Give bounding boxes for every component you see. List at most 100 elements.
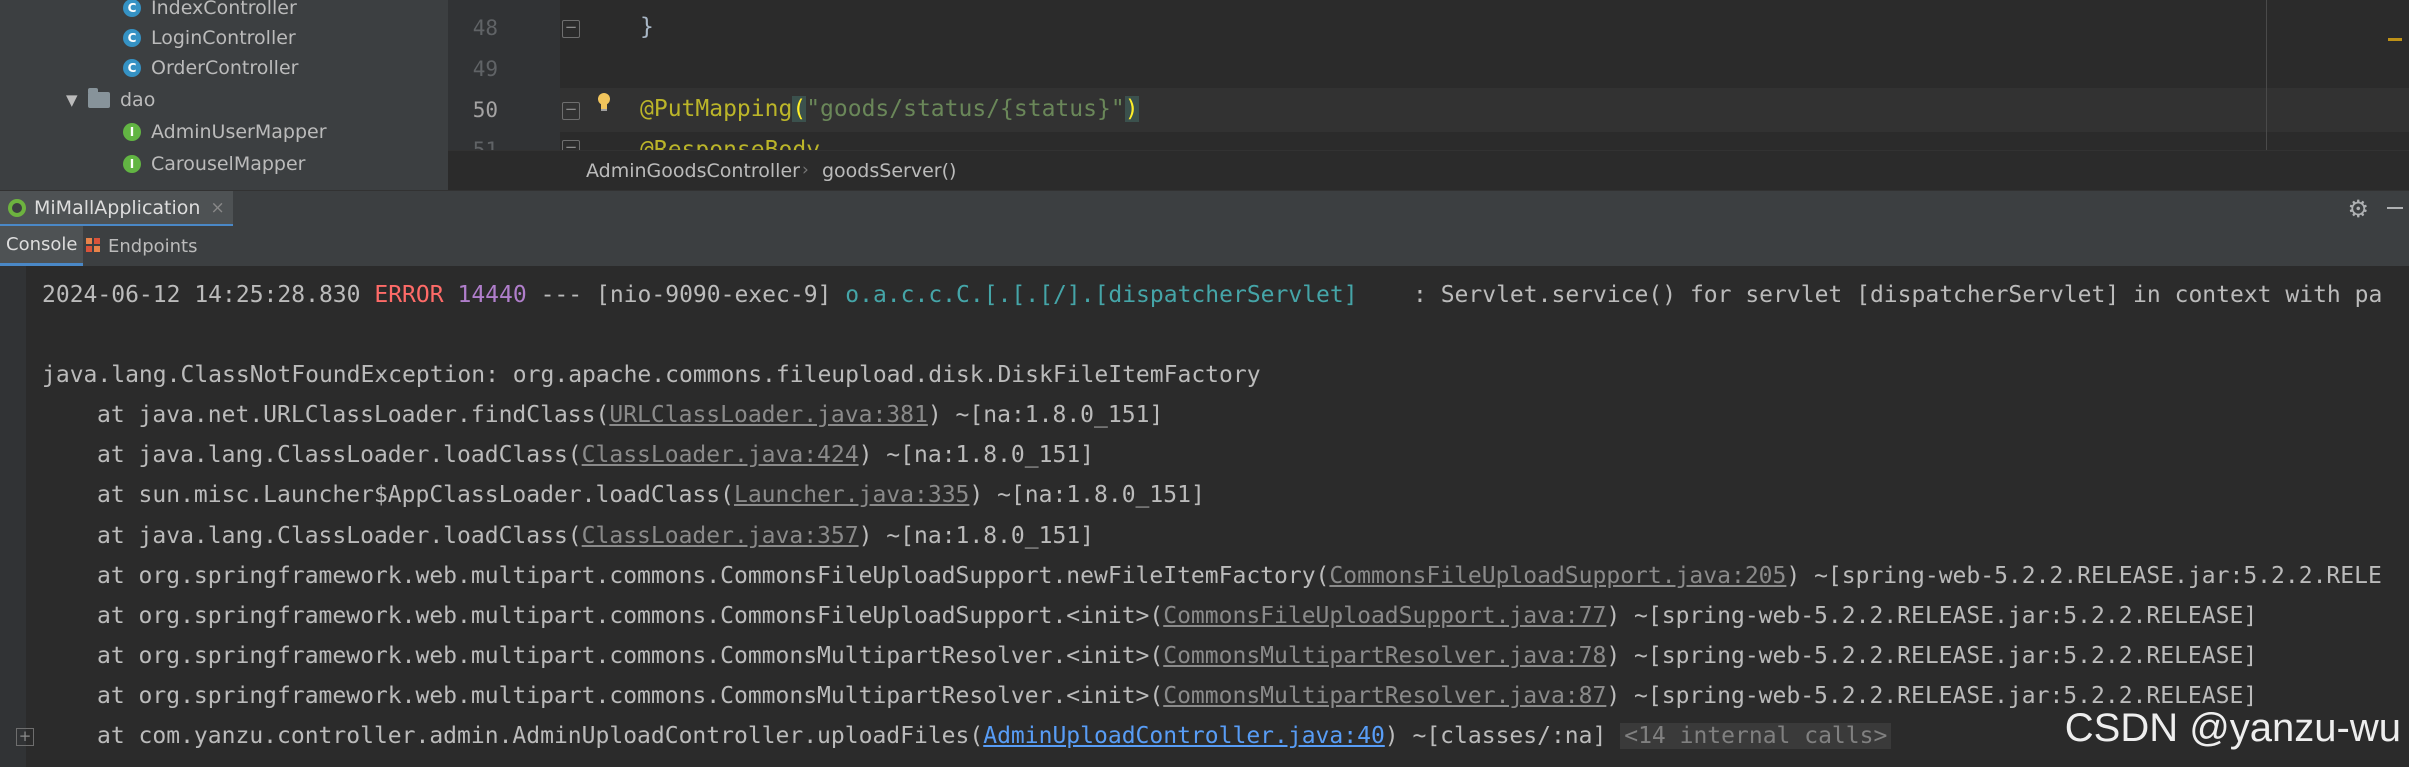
tree-item-label: CarouselMapper	[151, 153, 306, 175]
log-level: ERROR	[374, 282, 444, 308]
frame-method: at org.springframework.web.multipart.com…	[97, 643, 1164, 669]
tree-item-label: dao	[120, 89, 156, 111]
tab-console[interactable]: Console	[0, 226, 84, 266]
lightbulb-icon[interactable]	[596, 92, 612, 112]
tab-label: Console	[6, 234, 78, 255]
frame-method: at java.net.URLClassLoader.findClass(	[97, 402, 610, 428]
breadcrumb: AdminGoodsController › goodsServer()	[448, 150, 2409, 190]
tree-item-label: LoginController	[151, 27, 296, 49]
log-line: 2024-06-12 14:25:28.830 ERROR 14440 --- …	[42, 282, 2382, 308]
right-margin-guide	[2266, 0, 2267, 150]
frame-method: at java.lang.ClassLoader.loadClass(	[97, 523, 582, 549]
breadcrumb-separator: ›	[802, 160, 809, 180]
fold-marker-icon[interactable]: −	[562, 20, 580, 38]
tree-item-ordercontroller[interactable]: C OrderController	[123, 53, 298, 83]
frame-method: at org.springframework.web.multipart.com…	[97, 563, 1330, 589]
breadcrumb-item[interactable]: goodsServer()	[822, 160, 956, 182]
frame-method: at com.yanzu.controller.admin.AdminUploa…	[97, 723, 984, 749]
gear-icon[interactable]: ⚙	[2347, 195, 2369, 223]
folder-icon	[88, 88, 110, 108]
stack-frame: at sun.misc.Launcher$AppClassLoader.load…	[97, 482, 1205, 508]
line-number: 48	[472, 16, 498, 40]
frame-suffix: ) ~[na:1.8.0_151]	[969, 482, 1205, 508]
log-separator: ---	[540, 282, 583, 308]
stack-frame: at org.springframework.web.multipart.com…	[97, 603, 2257, 629]
string-token: "goods/status/{status}"	[806, 96, 1125, 122]
tree-item-adminusermapper[interactable]: I AdminUserMapper	[123, 117, 327, 147]
source-link[interactable]: Launcher.java:335	[734, 482, 969, 508]
line-number: 50	[472, 98, 498, 122]
run-tab-mimallapplication[interactable]: MiMallApplication ×	[0, 191, 233, 227]
frame-suffix: ) ~[classes/:na]	[1384, 723, 1607, 749]
log-pid: 14440	[457, 282, 527, 308]
paren-token: (	[792, 96, 807, 122]
source-link[interactable]: AdminUploadController.java:40	[983, 723, 1385, 749]
tree-item-label: OrderController	[151, 57, 299, 79]
fold-marker-icon[interactable]: −	[562, 102, 580, 120]
class-icon: C	[123, 0, 141, 17]
log-logger: o.a.c.c.C.[.[.[/].[dispatcherServlet]	[845, 282, 1358, 308]
source-link[interactable]: ClassLoader.java:424	[582, 442, 859, 468]
frame-method: at sun.misc.Launcher$AppClassLoader.load…	[97, 482, 734, 508]
tree-item-indexcontroller[interactable]: C IndexController	[123, 0, 297, 23]
internal-calls-fold[interactable]: <14 internal calls>	[1620, 723, 1892, 749]
source-link[interactable]: CommonsFileUploadSupport.java:77	[1163, 603, 1606, 629]
console-output[interactable]: 2024-06-12 14:25:28.830 ERROR 14440 --- …	[0, 266, 2409, 767]
code-editor[interactable]: 48 49 50 51 − − − } @PutMapping("goods/s…	[448, 0, 2409, 190]
tree-item-dao[interactable]: ▼ dao	[66, 85, 155, 115]
error-stripe-mark[interactable]	[2388, 38, 2402, 41]
code-line-50: @PutMapping("goods/status/{status}")	[640, 96, 1139, 122]
tree-item-carouselmapper[interactable]: I CarouselMapper	[123, 149, 306, 179]
frame-method: at org.springframework.web.multipart.com…	[97, 603, 1164, 629]
tree-item-label: IndexController	[151, 0, 297, 19]
minimize-icon[interactable]	[2387, 207, 2403, 209]
breadcrumb-item[interactable]: AdminGoodsController	[586, 160, 800, 182]
frame-suffix: ) ~[na:1.8.0_151]	[858, 523, 1095, 549]
source-link[interactable]: ClassLoader.java:357	[582, 523, 859, 549]
log-timestamp: 2024-06-12 14:25:28.830	[42, 282, 361, 308]
source-link[interactable]: URLClassLoader.java:381	[609, 402, 928, 428]
code-line-48: }	[640, 14, 654, 40]
console-gutter	[0, 266, 26, 767]
endpoints-icon	[86, 238, 102, 254]
tree-item-logincontroller[interactable]: C LoginController	[123, 23, 296, 53]
watermark: CSDN @yanzu-wu	[2064, 706, 2401, 750]
close-icon[interactable]: ×	[210, 198, 224, 218]
run-subtabs: Console Endpoints	[0, 226, 2409, 267]
run-tab-label: MiMallApplication	[34, 196, 201, 219]
spring-boot-icon	[8, 198, 26, 217]
annotation-token: @PutMapping	[640, 96, 793, 122]
expand-icon[interactable]: +	[16, 728, 34, 746]
tree-item-label: AdminUserMapper	[151, 121, 327, 143]
stack-frame: at org.springframework.web.multipart.com…	[97, 563, 2382, 589]
source-link[interactable]: CommonsFileUploadSupport.java:205	[1329, 563, 1786, 589]
stack-frame: at org.springframework.web.multipart.com…	[97, 683, 2257, 709]
frame-method: at org.springframework.web.multipart.com…	[97, 683, 1164, 709]
source-link[interactable]: CommonsMultipartResolver.java:78	[1163, 643, 1606, 669]
paren-token: )	[1124, 96, 1139, 122]
class-icon: C	[123, 59, 141, 77]
stack-frame: at org.springframework.web.multipart.com…	[97, 643, 2257, 669]
line-number: 49	[472, 57, 498, 81]
frame-suffix: ) ~[na:1.8.0_151]	[858, 442, 1095, 468]
stack-frame: at java.net.URLClassLoader.findClass(URL…	[97, 402, 1163, 428]
tab-endpoints[interactable]: Endpoints	[80, 226, 204, 266]
chevron-down-icon[interactable]: ▼	[66, 91, 88, 109]
log-thread: [nio-9090-exec-9]	[595, 282, 832, 308]
stack-frame: at com.yanzu.controller.admin.AdminUploa…	[97, 723, 1892, 749]
class-icon: C	[123, 29, 141, 47]
log-message: : Servlet.service() for servlet [dispatc…	[1413, 282, 2383, 308]
stack-frame: at java.lang.ClassLoader.loadClass(Class…	[97, 523, 1094, 549]
frame-method: at java.lang.ClassLoader.loadClass(	[97, 442, 582, 468]
run-toolbar: MiMallApplication × ⚙	[0, 190, 2409, 227]
frame-suffix: ) ~[spring-web-5.2.2.RELEASE.jar:5.2.2.R…	[1606, 643, 2258, 669]
interface-icon: I	[123, 123, 141, 141]
frame-suffix: ) ~[na:1.8.0_151]	[927, 402, 1164, 428]
project-tree[interactable]: C IndexController C LoginController C Or…	[0, 0, 448, 190]
exception-line: java.lang.ClassNotFoundException: org.ap…	[42, 362, 1261, 388]
source-link[interactable]: CommonsMultipartResolver.java:87	[1163, 683, 1606, 709]
stack-frame: at java.lang.ClassLoader.loadClass(Class…	[97, 442, 1094, 468]
interface-icon: I	[123, 155, 141, 173]
frame-suffix: ) ~[spring-web-5.2.2.RELEASE.jar:5.2.2.R…	[1606, 603, 2258, 629]
frame-suffix: ) ~[spring-web-5.2.2.RELEASE.jar:5.2.2.R…	[1786, 563, 2382, 589]
